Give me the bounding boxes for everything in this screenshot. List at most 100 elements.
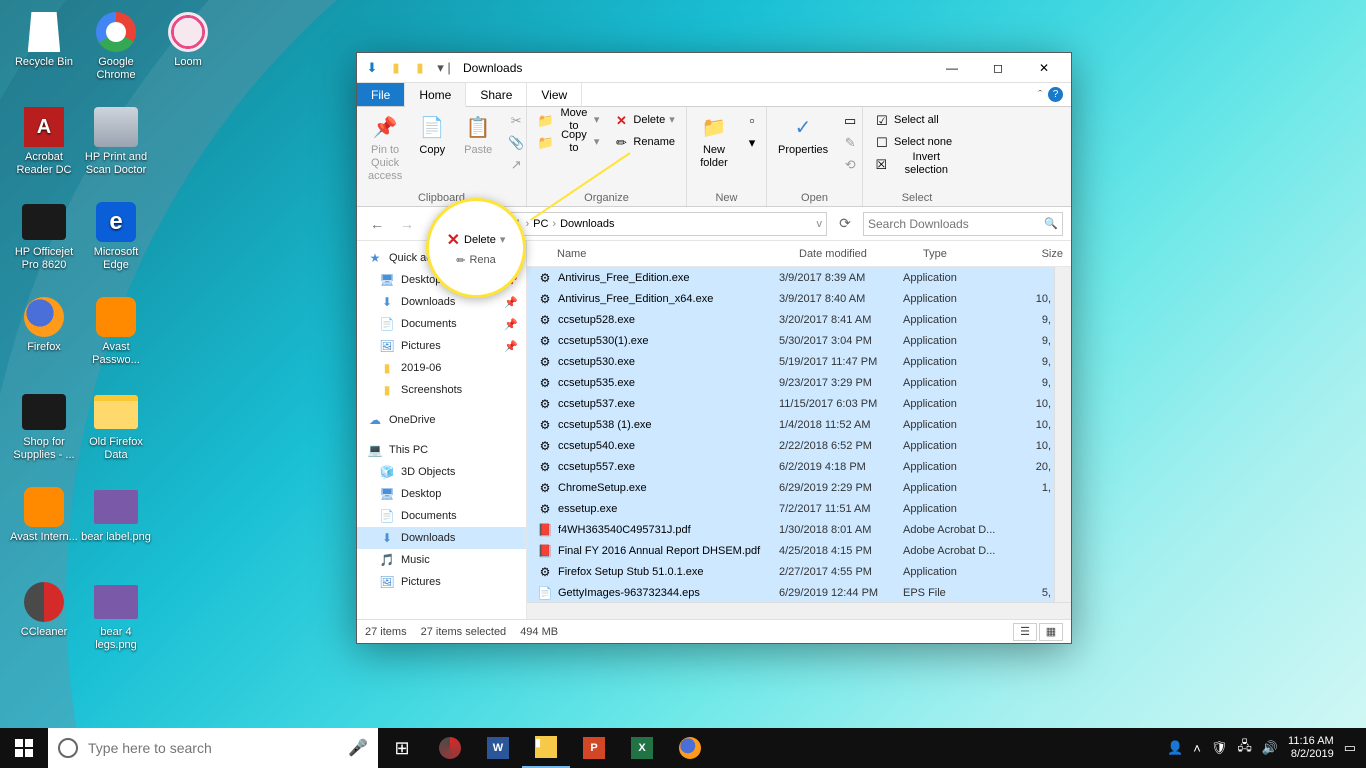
desktop-icon-hp-scan[interactable]: HP Print and Scan Doctor xyxy=(80,103,152,198)
taskbar-excel[interactable]: X xyxy=(618,728,666,768)
file-row[interactable]: 📕Final FY 2016 Annual Report DHSEM.pdf4/… xyxy=(527,540,1054,561)
tray-chevron-icon[interactable]: ˄ xyxy=(1193,741,1201,756)
copy-button[interactable]: 📄Copy xyxy=(411,109,453,160)
file-row[interactable]: ⚙ccsetup557.exe6/2/2019 4:18 PMApplicati… xyxy=(527,456,1054,477)
nav-this-pc[interactable]: 💻This PC xyxy=(357,439,526,461)
history-button[interactable]: ⟲ xyxy=(837,153,863,175)
select-all-button[interactable]: ☑Select all xyxy=(869,109,965,131)
copy-path-button[interactable]: 📎 xyxy=(503,131,529,153)
refresh-button[interactable]: ⟳ xyxy=(833,212,857,236)
desktop-icon-avast-pw[interactable]: Avast Passwo... xyxy=(80,293,152,388)
qat-dropdown-icon[interactable]: ▾ | xyxy=(433,57,455,79)
file-row[interactable]: ⚙ccsetup535.exe9/23/2017 3:29 PMApplicat… xyxy=(527,372,1054,393)
desktop-icon-hp-officejet[interactable]: HP Officejet Pro 8620 xyxy=(8,198,80,293)
paste-button[interactable]: 📋Paste xyxy=(457,109,499,160)
taskbar-search-input[interactable] xyxy=(88,740,338,756)
tray-shield-icon[interactable]: 🛡 xyxy=(1211,740,1228,756)
help-icon[interactable]: ? xyxy=(1048,87,1063,102)
system-tray[interactable]: 👤 ˄ 🛡 🖧 🔊 11:16 AM 8/2/2019 ▭ xyxy=(1157,735,1366,761)
maximize-button[interactable]: ◻ xyxy=(975,53,1021,83)
people-icon[interactable]: 👤 xyxy=(1167,740,1183,756)
nav-documents-2[interactable]: 📄Documents xyxy=(357,505,526,527)
edit-button[interactable]: ✎ xyxy=(837,131,863,153)
nav-desktop-2[interactable]: 🖥Desktop xyxy=(357,483,526,505)
file-row[interactable]: ⚙ccsetup528.exe3/20/2017 8:41 AMApplicat… xyxy=(527,309,1054,330)
column-headers[interactable]: Name Date modified Type Size xyxy=(527,241,1071,267)
tab-file[interactable]: File xyxy=(357,83,405,106)
nav-documents[interactable]: 📄Documents📌 xyxy=(357,313,526,335)
nav-3d-objects[interactable]: 🧊3D Objects xyxy=(357,461,526,483)
delete-button[interactable]: ✕Delete▾ xyxy=(608,109,680,131)
view-details-button[interactable]: ☰ xyxy=(1013,623,1037,641)
forward-button[interactable]: → xyxy=(395,212,419,236)
taskbar-firefox[interactable] xyxy=(666,728,714,768)
titlebar[interactable]: ⬇ ▮ ▮ ▾ | Downloads — ◻ ✕ xyxy=(357,53,1071,83)
tab-share[interactable]: Share xyxy=(466,83,527,106)
close-button[interactable]: ✕ xyxy=(1021,53,1067,83)
file-row[interactable]: ⚙Antivirus_Free_Edition.exe3/9/2017 8:39… xyxy=(527,267,1054,288)
taskbar-powerpoint[interactable]: P xyxy=(570,728,618,768)
open-button[interactable]: ▭ xyxy=(837,109,863,131)
file-row[interactable]: ⚙ccsetup530.exe5/19/2017 11:47 PMApplica… xyxy=(527,351,1054,372)
tab-view[interactable]: View xyxy=(527,83,582,106)
start-button[interactable] xyxy=(0,728,48,768)
nav-downloads[interactable]: ⬇Downloads📌 xyxy=(357,291,526,313)
back-button[interactable]: ← xyxy=(365,212,389,236)
nav-pictures-2[interactable]: 🖼Pictures xyxy=(357,571,526,593)
file-row[interactable]: ⚙Antivirus_Free_Edition_x64.exe3/9/2017 … xyxy=(527,288,1054,309)
search-box[interactable]: 🔍 xyxy=(863,212,1063,236)
taskbar-app-1[interactable] xyxy=(426,728,474,768)
move-to-button[interactable]: 📁Move to▾ xyxy=(533,109,604,131)
mic-icon[interactable]: 🎤 xyxy=(348,738,368,758)
cut-button[interactable]: ✂ xyxy=(503,109,529,131)
desktop-icon-recycle-bin[interactable]: Recycle Bin xyxy=(8,8,80,103)
taskbar-explorer[interactable]: ▮ xyxy=(522,728,570,768)
desktop-icon-bear-4legs[interactable]: bear 4 legs.png xyxy=(80,578,152,673)
nav-music[interactable]: 🎵Music xyxy=(357,549,526,571)
task-view-button[interactable]: ⊞ xyxy=(378,728,426,768)
new-folder-button[interactable]: 📁New folder xyxy=(693,109,735,173)
quick-down-icon[interactable]: ⬇ xyxy=(361,57,383,79)
volume-icon[interactable]: 🔊 xyxy=(1262,740,1278,756)
tab-home[interactable]: Home xyxy=(405,83,466,107)
nav-onedrive[interactable]: ☁OneDrive xyxy=(357,409,526,431)
desktop-icon-loom[interactable]: Loom xyxy=(152,8,224,103)
desktop-icon-edge[interactable]: eMicrosoft Edge xyxy=(80,198,152,293)
file-row[interactable]: ⚙ccsetup537.exe11/15/2017 6:03 PMApplica… xyxy=(527,393,1054,414)
view-large-button[interactable]: ▦ xyxy=(1039,623,1063,641)
network-icon[interactable]: 🖧 xyxy=(1237,737,1252,759)
file-row[interactable]: ⚙ccsetup540.exe2/22/2018 6:52 PMApplicat… xyxy=(527,435,1054,456)
taskbar-search[interactable]: 🎤 xyxy=(48,728,378,768)
invert-selection-button[interactable]: ☒Invert selection xyxy=(869,153,965,175)
cortana-icon[interactable] xyxy=(58,738,78,758)
properties-button[interactable]: ✓Properties xyxy=(773,109,833,160)
pin-quick-access-button[interactable]: 📌Pin to Quick access xyxy=(363,109,407,186)
clock[interactable]: 11:16 AM 8/2/2019 xyxy=(1288,735,1334,761)
new-item-button[interactable]: ▫ xyxy=(739,109,765,131)
search-input[interactable] xyxy=(868,217,1044,231)
file-row[interactable]: ⚙ccsetup538 (1).exe1/4/2018 11:52 AMAppl… xyxy=(527,414,1054,435)
select-none-button[interactable]: ☐Select none xyxy=(869,131,965,153)
paste-shortcut-button[interactable]: ↗ xyxy=(503,153,529,175)
desktop-icon-avast-internet[interactable]: Avast Intern... xyxy=(8,483,80,578)
desktop-icon-bear-label[interactable]: bear label.png xyxy=(80,483,152,578)
col-size[interactable]: Size xyxy=(1031,248,1071,260)
minimize-button[interactable]: — xyxy=(929,53,975,83)
nav-downloads-2[interactable]: ⬇Downloads xyxy=(357,527,526,549)
breadcrumb[interactable]: ▮› 💻›PC› Downloads v xyxy=(485,212,827,236)
desktop-icon-ccleaner[interactable]: CCleaner xyxy=(8,578,80,673)
nav-screenshots[interactable]: ▮Screenshots xyxy=(357,379,526,401)
vertical-scrollbar[interactable] xyxy=(1054,267,1071,602)
nav-pictures[interactable]: 🖼Pictures📌 xyxy=(357,335,526,357)
file-row[interactable]: 📄GettyImages-963732344.eps6/29/2019 12:4… xyxy=(527,582,1054,602)
file-row[interactable]: ⚙Firefox Setup Stub 51.0.1.exe2/27/2017 … xyxy=(527,561,1054,582)
col-date[interactable]: Date modified xyxy=(791,248,915,260)
desktop-icon-firefox[interactable]: Firefox xyxy=(8,293,80,388)
rename-button[interactable]: ✏Rename xyxy=(608,131,680,153)
action-center-icon[interactable]: ▭ xyxy=(1344,740,1356,756)
nav-2019-06[interactable]: ▮2019-06 xyxy=(357,357,526,379)
desktop-icon-shop-supplies[interactable]: Shop for Supplies - ... xyxy=(8,388,80,483)
ribbon-collapse-icon[interactable]: ˆ xyxy=(1038,89,1042,101)
horizontal-scrollbar[interactable] xyxy=(527,602,1071,619)
file-row[interactable]: ⚙ChromeSetup.exe6/29/2019 2:29 PMApplica… xyxy=(527,477,1054,498)
